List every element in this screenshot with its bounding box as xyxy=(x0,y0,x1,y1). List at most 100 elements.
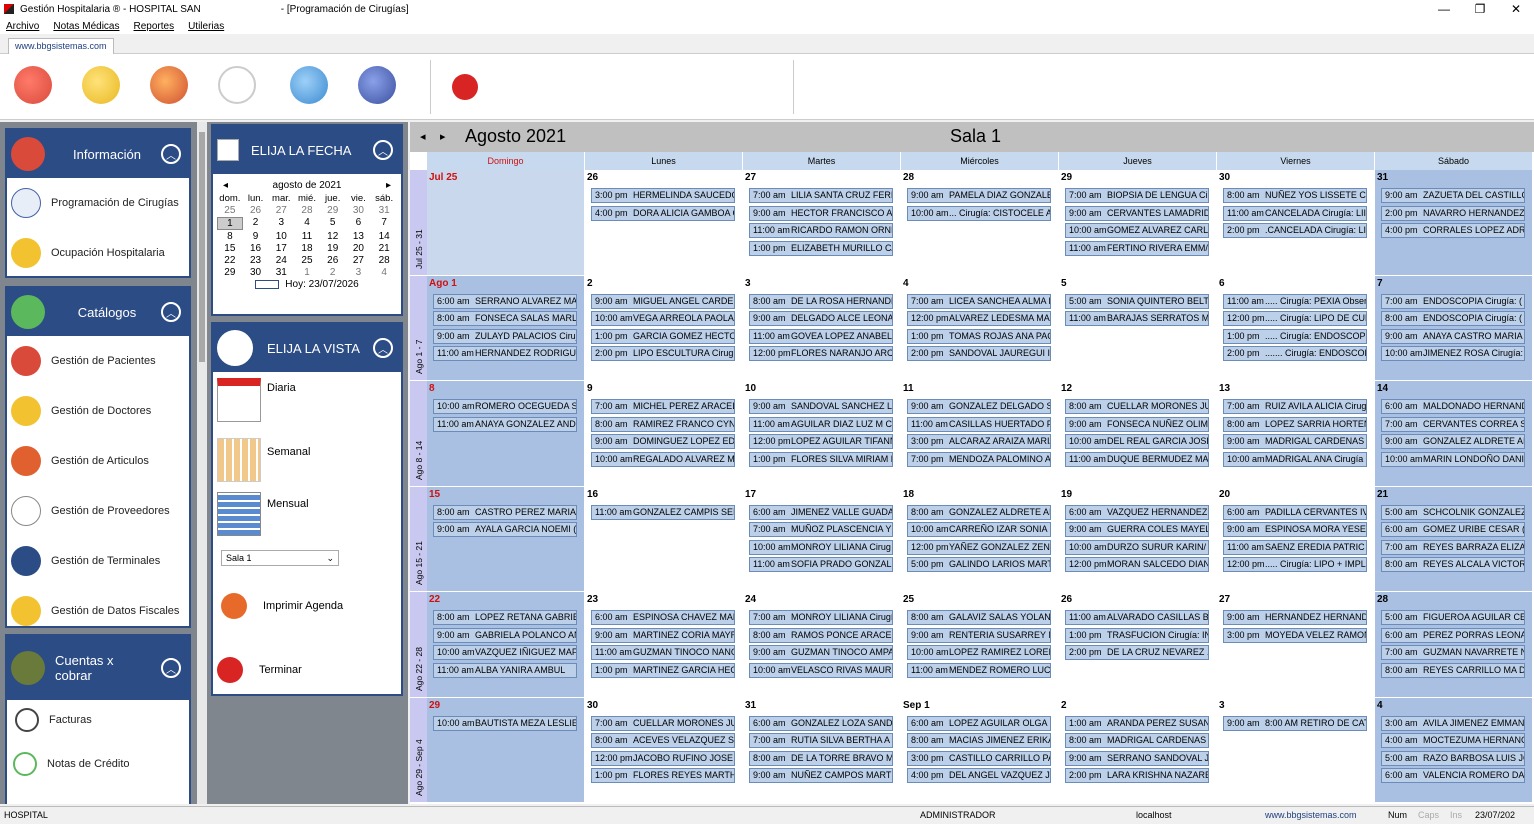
appointment[interactable]: 7:00 am MICHEL PEREZ ARACEL xyxy=(591,399,735,414)
cal-day[interactable]: 24 xyxy=(268,255,294,266)
appointment[interactable]: 10:00 amMADRIGAL ANA Cirugía xyxy=(1223,451,1367,467)
day-cell[interactable]: 2 1:00 am ARANDA PEREZ SUSAN 8:00 am MADRIGA… xyxy=(1059,697,1217,803)
appointment[interactable]: 10:00 amCARREÑO IZAR SONIA xyxy=(907,522,1051,538)
appointment[interactable]: 10:00 amDEL REAL GARCIA JOSE xyxy=(1065,434,1209,450)
section-header-catalogos[interactable]: Catálogos ︿ xyxy=(7,288,189,336)
day-cell[interactable]: 16 11:00 amGONZALEZ CAMPIS SEI xyxy=(585,486,743,592)
appointment[interactable]: 7:00 am RUTIA SILVA BERTHA A xyxy=(749,733,893,749)
cal-today[interactable]: Hoy: 23/07/2026 xyxy=(217,279,397,290)
appointment[interactable]: 4:00 pm DORA ALICIA GAMBOA C xyxy=(591,205,735,221)
appointment[interactable]: 5:00 pm GALINDO LARIOS MART xyxy=(907,557,1051,573)
appointment[interactable]: 9:00 am GONZALEZ DELGADO S. xyxy=(907,399,1051,414)
appointment[interactable]: 2:00 pm DE LA CRUZ NEVAREZ . xyxy=(1065,645,1209,661)
cal-day[interactable]: 8 xyxy=(217,231,243,242)
appointment[interactable]: 1:00 pm FLORES SILVA MIRIAM L xyxy=(749,451,893,467)
nav-programacion-cirugias[interactable]: Programación de Cirugías xyxy=(7,178,189,228)
appointment[interactable]: 9:00 am GUZMAN TINOCO AMPA xyxy=(749,645,893,661)
appointment[interactable]: 11:00 amAGUILAR DIAZ LUZ M C xyxy=(749,416,893,432)
day-cell[interactable]: 12 8:00 am CUELLAR MORONES JU. 9:00 am FONSE… xyxy=(1059,381,1217,487)
appointment[interactable]: 11:00 am..... Cirugía: PEXIA Obser xyxy=(1223,293,1367,309)
appointment[interactable]: 5:00 am SCHCOLNIK GONZALEZ xyxy=(1381,504,1525,520)
cal-day[interactable]: 25 xyxy=(217,205,243,216)
appointment[interactable]: 2:00 pm LARA KRISHNA NAZARE xyxy=(1065,768,1209,784)
nav-ocupacion-hospitalaria[interactable]: Ocupación Hospitalaria xyxy=(7,228,189,278)
appointment[interactable]: 9:00 am ZAZUETA DEL CASTILLC xyxy=(1381,188,1525,203)
appointment[interactable]: 11:00 amCASILLAS HUERTADO F xyxy=(907,416,1051,432)
day-cell[interactable]: 4 3:00 am AVILA JIMENEZ EMMANI 4:00 am MOCTE… xyxy=(1375,697,1533,803)
appointment[interactable]: 11:00 amALVARADO CASILLAS B xyxy=(1065,610,1209,625)
cal-day[interactable]: 10 xyxy=(268,231,294,242)
appointment[interactable]: 10:00 amJIMENEZ ROSA Cirugía: xyxy=(1381,346,1525,362)
day-cell[interactable]: 30 7:00 am CUELLAR MORONES JU. 8:00 am ACEVE… xyxy=(585,697,743,803)
appointment[interactable]: 11:00 amGUZMAN TINOCO NANC xyxy=(591,645,735,661)
appointment[interactable]: 5:00 am RAZO BARBOSA LUIS JC xyxy=(1381,750,1525,766)
sidebar-scrollbar[interactable] xyxy=(197,122,207,804)
cal-day[interactable]: 4 xyxy=(371,267,397,278)
cal-day[interactable]: 29 xyxy=(217,267,243,278)
appointment[interactable]: 12:00 pmFLORES NARANJO ARC xyxy=(749,346,893,362)
appointment[interactable]: 10:00 am... Cirugía: CISTOCELE A xyxy=(907,205,1051,221)
nav-gestion-doctores[interactable]: Gestión de Doctores xyxy=(7,386,189,436)
appointment[interactable]: 6:00 am VALENCIA ROMERO DAI xyxy=(1381,768,1525,784)
section-header-informacion[interactable]: Información ︿ xyxy=(7,130,189,178)
collapse-icon[interactable]: ︿ xyxy=(161,144,181,164)
basket-icon[interactable] xyxy=(290,66,328,104)
cal-day[interactable]: 26 xyxy=(243,205,269,216)
appointment[interactable]: 11:00 amHERNANDEZ RODRIGU xyxy=(433,346,577,362)
appointment[interactable]: 9:00 am MIGUEL ANGEL CARDEN xyxy=(591,293,735,309)
cal-day[interactable]: 28 xyxy=(371,255,397,266)
close-button[interactable]: ✕ xyxy=(1498,0,1534,18)
appointment[interactable]: 12:00 pm..... Cirugía: LIPO DE CUE xyxy=(1223,311,1367,327)
appointment[interactable]: 8:00 am CUELLAR MORONES JU. xyxy=(1065,399,1209,414)
appointment[interactable]: 9:00 am ANAYA CASTRO MARIA xyxy=(1381,328,1525,344)
cal-day[interactable]: 31 xyxy=(268,267,294,278)
cal-day[interactable]: 3 xyxy=(346,267,372,278)
day-cell[interactable]: 17 6:00 am JIMENEZ VALLE GUADA 7:00 am MUÑOZ… xyxy=(743,486,901,592)
cal-day[interactable]: 28 xyxy=(294,205,320,216)
next-month-button[interactable]: ▸ xyxy=(440,130,446,143)
appointment[interactable]: 11:00 amSOFIA PRADO GONZALI xyxy=(749,557,893,573)
appointment[interactable]: 11:00 amBARAJAS SERRATOS M xyxy=(1065,311,1209,327)
day-cell[interactable]: 5 5:00 am SONIA QUINTERO BELT 11:00 amBARAJ… xyxy=(1059,275,1217,381)
cal-day[interactable]: 12 xyxy=(320,231,346,242)
appointment[interactable]: 8:00 am GONZALEZ ALDRETE AI xyxy=(907,504,1051,520)
appointment[interactable]: 8:00 am MACIAS JIMENEZ ERIKA xyxy=(907,733,1051,749)
day-cell[interactable]: 26 3:00 pm HERMELINDA SAUCEDC 4:00 pm DORA A… xyxy=(585,170,743,276)
print-agenda-button[interactable]: Imprimir Agenda xyxy=(213,586,401,626)
cal-day[interactable]: 25 xyxy=(294,255,320,266)
day-cell[interactable]: 2 9:00 am MIGUEL ANGEL CARDEN 10:00 amVEGA … xyxy=(585,275,743,381)
appointment[interactable]: 4:00 pm CORRALES LOPEZ ADRI xyxy=(1381,223,1525,239)
day-cell[interactable]: 28 5:00 am FIGUEROA AGUILAR CEI 6:00 am PERE… xyxy=(1375,592,1533,698)
appointment[interactable]: 11:00 amANAYA GONZALEZ AND xyxy=(433,416,577,432)
cal-day[interactable]: 4 xyxy=(294,217,320,230)
day-cell[interactable]: 8 10:00 amROMERO OCEGUEDA S 11:00 amANAYA … xyxy=(427,381,585,487)
view-mensual[interactable]: Mensual xyxy=(213,490,401,544)
day-cell[interactable]: 22 8:00 am LOPEZ RETANA GABRIE 9:00 am GABRI… xyxy=(427,592,585,698)
appointment[interactable]: 6:00 am PADILLA CERVANTES IV xyxy=(1223,504,1367,520)
appointment[interactable]: 4:00 am MOCTEZUMA HERNANC xyxy=(1381,733,1525,749)
cal-day[interactable]: 2 xyxy=(243,217,269,230)
appointment[interactable]: 11:00 amALBA YANIRA AMBUL xyxy=(433,662,577,678)
appointment[interactable]: 12:00 pmJACOBO RUFINO JOSE xyxy=(591,750,735,766)
cal-day[interactable]: 6 xyxy=(346,217,372,230)
appointment[interactable]: 6:00 am PEREZ PORRAS LEONA xyxy=(1381,627,1525,643)
nav-gestion-proveedores[interactable]: Gestión de Proveedores xyxy=(7,486,189,536)
appointment[interactable]: 9:00 am AYALA GARCIA NOEMI ( xyxy=(433,522,577,538)
day-cell[interactable]: 27 9:00 am HERNANDEZ HERNAND 3:00 pm MOYEDA … xyxy=(1217,592,1375,698)
collapse-icon[interactable]: ︿ xyxy=(161,658,181,678)
cal-day[interactable]: 22 xyxy=(217,255,243,266)
menu-archivo[interactable]: Archivo xyxy=(6,21,39,32)
day-cell[interactable]: 24 7:00 am MONROY LILIANA Cirugí 8:00 am RAM… xyxy=(743,592,901,698)
appointment[interactable]: 10:00 amGOMEZ ALVAREZ CARL xyxy=(1065,223,1209,239)
appointment[interactable]: 8:00 am FONSECA SALAS MARLE xyxy=(433,311,577,327)
cal-next-button[interactable]: ▸ xyxy=(386,180,391,191)
appointment[interactable]: 11:00 amRICARDO RAMON ORNI xyxy=(749,223,893,239)
cal-day[interactable]: 23 xyxy=(243,255,269,266)
appointment[interactable]: 8:00 am MADRIGAL CARDENAS / xyxy=(1065,733,1209,749)
cal-day[interactable]: 31 xyxy=(371,205,397,216)
appointment[interactable]: 9:00 am GABRIELA POLANCO AN xyxy=(433,627,577,643)
appointment[interactable]: 9:00 am HERNANDEZ HERNAND xyxy=(1223,610,1367,625)
appointment[interactable]: 11:00 amSAENZ EREDIA PATRIC xyxy=(1223,539,1367,555)
appointment[interactable]: 9:00 am HECTOR FRANCISCO AF xyxy=(749,205,893,221)
appointment[interactable]: 12:00 pmYAÑEZ GONZALEZ ZEN xyxy=(907,539,1051,555)
